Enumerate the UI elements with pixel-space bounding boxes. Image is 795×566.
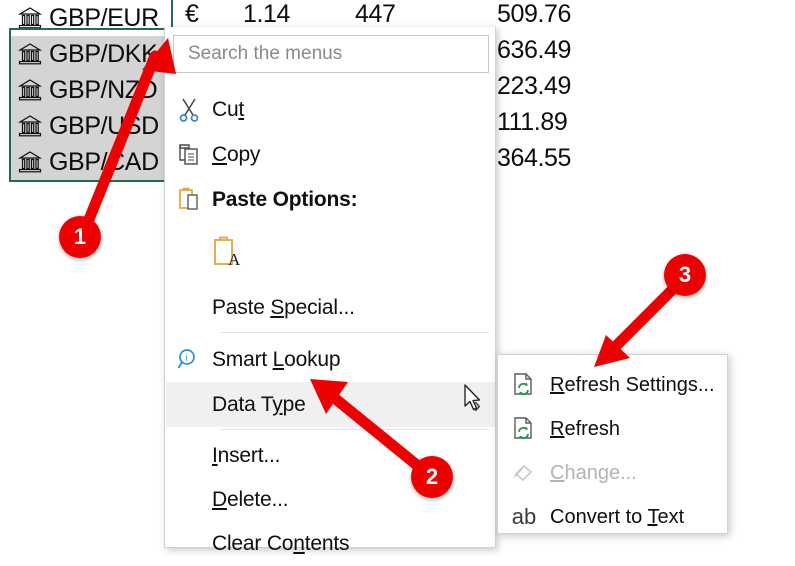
bank-icon [17,151,43,173]
copy-icon [166,143,212,167]
mouse-cursor [464,384,481,411]
ab-icon: ab [511,504,537,529]
callout-badge-2: 2 [411,456,453,498]
bank-icon [17,115,43,137]
cell-name-label: GBP/CAD [49,147,159,176]
menu-item-insert-label: Insert... [212,443,281,467]
submenu-item-convert-to-text[interactable]: ab Convert to Text [498,495,727,539]
selection-top-edge [171,0,173,28]
menu-item-delete-label: Delete... [212,487,289,511]
menu-item-copy[interactable]: Copy [166,132,495,177]
cell-name-label: GBP/USD [49,111,159,140]
submenu-item-refresh[interactable]: Refresh [498,407,727,451]
cell-name-label: GBP/EUR [49,3,159,32]
callout-badge-1: 1 [59,216,101,258]
menu-item-clear-contents[interactable]: Clear Contents [166,521,495,566]
menu-item-cut[interactable]: Cut [166,87,495,132]
menu-item-paste-options: Paste Options: [166,177,495,222]
menu-item-data-type-label: Data Type [212,392,306,416]
menu-item-copy-label: Copy [212,142,261,166]
menu-separator-1 [221,332,489,333]
scissors-icon [166,98,212,122]
search-placeholder: Search the menus [188,43,343,64]
menu-item-smart-lookup[interactable]: i Smart Lookup [166,337,495,382]
callout-badge-3: 3 [664,254,706,296]
paste-text-option-button[interactable]: A [166,227,495,279]
search-menus-input[interactable]: Search the menus [173,35,489,73]
cell-name-row-0[interactable]: GBP/EUR [10,0,172,36]
cell-name-row-3[interactable]: GBP/USD [10,108,172,144]
svg-text:A: A [228,250,241,269]
cell-value-row-2[interactable]: 223.49 [497,68,571,104]
cell-name-row-2[interactable]: GBP/NZD [10,72,172,108]
submenu-item-change: Change... [498,451,727,495]
cell-value-row-0[interactable]: 509.76 [497,0,571,32]
submenu-item-change-label: Change... [550,461,637,484]
bank-icon [17,79,43,101]
bank-icon [17,43,43,65]
cell-value-row-1[interactable]: 636.49 [497,32,571,68]
refresh-icon [498,416,550,442]
menu-item-paste-options-label: Paste Options: [212,187,358,211]
submenu-item-convert-to-text-label: Convert to Text [550,505,685,528]
bank-icon [17,7,43,29]
menu-item-clear-contents-label: Clear Contents [212,531,350,555]
menu-separator-2 [221,429,489,430]
menu-item-cut-label: Cut [212,97,245,121]
cell-name-row-4[interactable]: GBP/CAD [10,144,172,180]
submenu-item-refresh-settings[interactable]: Refresh Settings... [498,363,727,407]
submenu-item-refresh-settings-label: Refresh Settings... [550,373,715,396]
menu-item-smart-lookup-label: Smart Lookup [212,347,341,371]
clipboard-icon [166,187,212,213]
cell-name-label: GBP/NZD [49,75,158,104]
smart-lookup-icon: i [166,348,212,372]
cell-name-row-1[interactable]: GBP/DKK [10,36,172,72]
menu-item-paste-special-label: Paste Special... [212,295,355,319]
data-type-submenu: Refresh Settings... Refresh Change... ab… [497,354,728,534]
cell-name-label: GBP/DKK [49,39,158,68]
cell-value-row-4[interactable]: 364.55 [497,140,571,176]
svg-text:i: i [185,352,188,362]
cell-value-row-3[interactable]: 111.89 [497,104,568,140]
refresh-settings-icon [498,372,550,398]
menu-item-data-type[interactable]: Data Type › [166,382,495,427]
submenu-item-refresh-label: Refresh [550,417,621,440]
change-icon [498,460,550,486]
menu-item-paste-special[interactable]: Paste Special... [166,285,495,330]
paste-text-icon: A [212,235,258,271]
